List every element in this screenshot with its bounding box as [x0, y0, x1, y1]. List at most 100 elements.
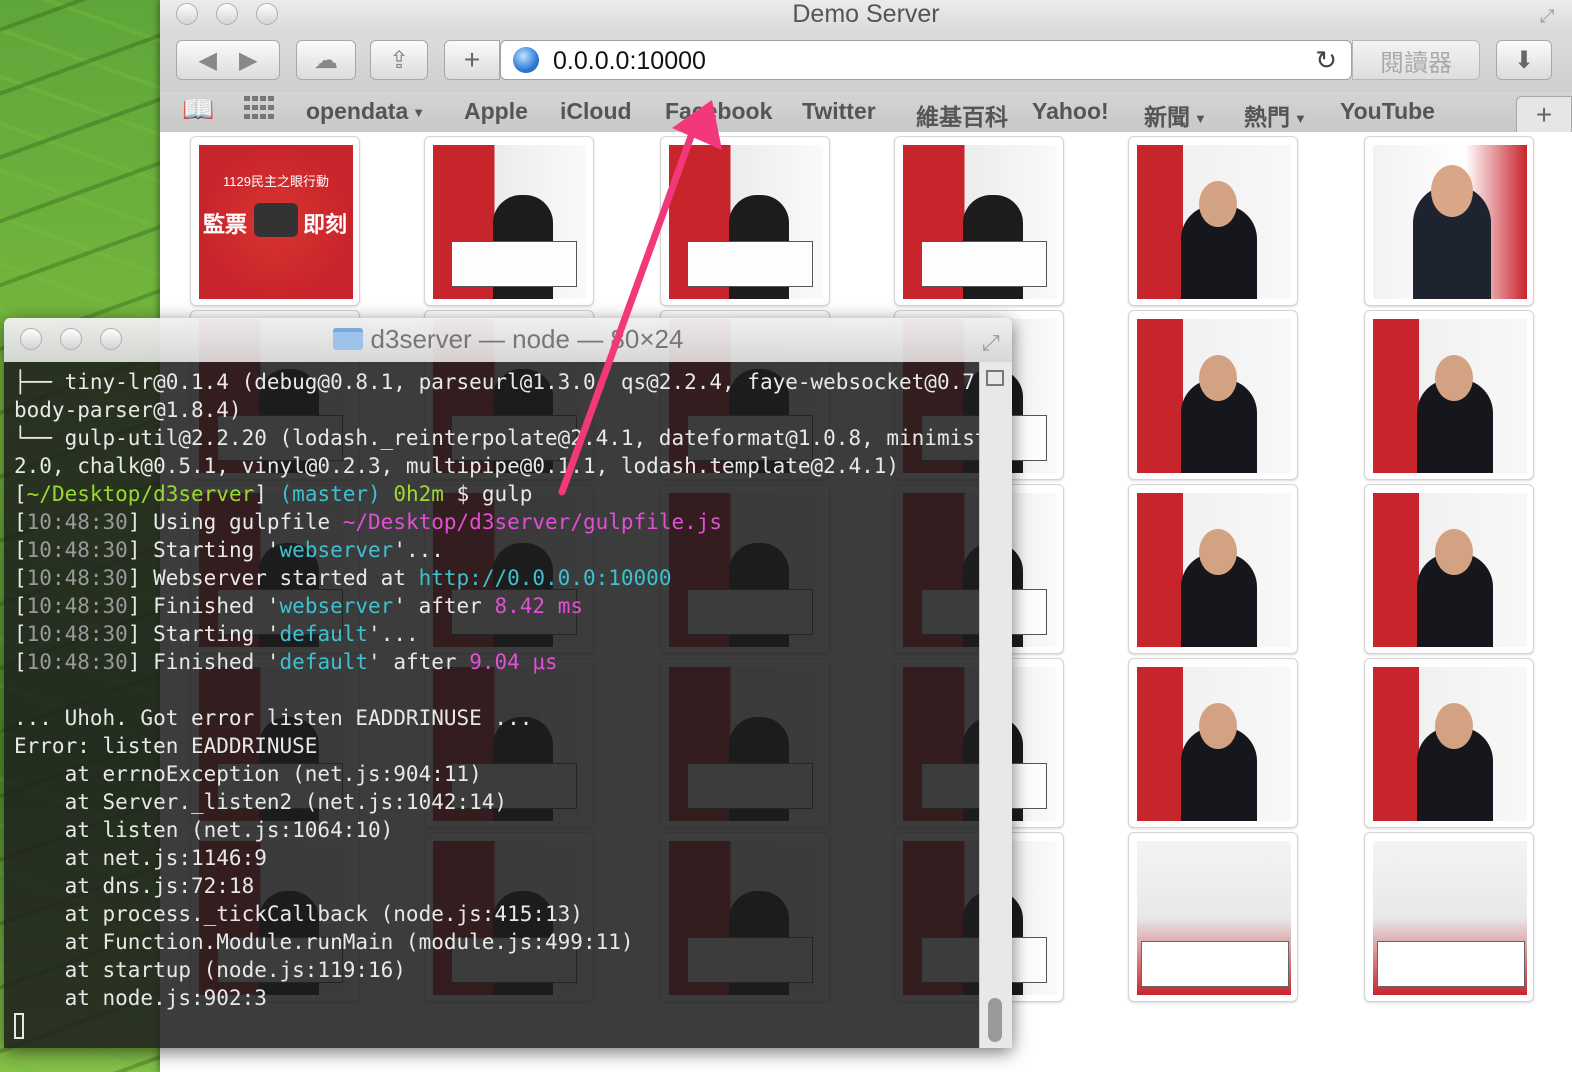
terminal-line: at Function.Module.runMain (module.js:49…: [14, 928, 1012, 956]
icloud-tabs-button[interactable]: ☁: [296, 40, 356, 80]
banner-text: 1129民主之眼行動: [223, 174, 329, 189]
bookmark-apple[interactable]: Apple: [464, 98, 528, 125]
back-arrow-icon[interactable]: ◀: [199, 46, 217, 75]
photo-thumbnail[interactable]: [1364, 136, 1534, 306]
add-bookmark-button[interactable]: +: [444, 40, 500, 80]
photo-thumbnail[interactable]: [1128, 484, 1298, 654]
terminal-line: at startup (node.js:119:16): [14, 956, 1012, 984]
photo-thumbnail[interactable]: 1129民主之眼行動 監票 即刻: [190, 136, 360, 306]
photo-thumbnail[interactable]: [660, 136, 830, 306]
photo-thumbnail[interactable]: [424, 136, 594, 306]
terminal-segment: '...: [368, 622, 419, 646]
terminal-segment: at listen (net.js:1064:10): [14, 818, 394, 842]
bookmarks-book-icon[interactable]: 📖: [182, 94, 214, 125]
terminal-segment: at process._tickCallback (node.js:415:13…: [14, 902, 583, 926]
terminal-segment: 8.42 ms: [494, 594, 583, 618]
bookmark-twitter[interactable]: Twitter: [802, 98, 876, 125]
reader-button[interactable]: 閱讀器: [1352, 40, 1480, 80]
photo-thumbnail[interactable]: [1128, 310, 1298, 480]
terminal-segment: default: [279, 650, 369, 674]
scrollbar-thumb[interactable]: [988, 998, 1002, 1042]
reload-icon[interactable]: ↻: [1315, 45, 1337, 76]
bookmark-youtube[interactable]: YouTube: [1340, 98, 1435, 125]
photo-thumbnail[interactable]: [1128, 136, 1298, 306]
terminal-segment: 2.0, chalk@0.5.1, vinyl@0.2.3, multipipe…: [14, 454, 900, 478]
photo-thumbnail[interactable]: [1128, 832, 1298, 1002]
terminal-line: └── gulp-util@2.2.20 (lodash._reinterpol…: [14, 424, 1012, 452]
terminal-scrollbar[interactable]: [979, 362, 1012, 1048]
terminal-segment: [: [14, 650, 27, 674]
terminal-segment: at net.js:1146:9: [14, 846, 267, 870]
bookmarks-bar: 📖 opendata ▼ Apple iCloud Facebook Twitte…: [160, 92, 1572, 133]
terminal-segment: 10:48:30: [26, 594, 128, 618]
bookmark-label: Apple: [464, 98, 528, 124]
terminal-segment: webserver: [279, 538, 394, 562]
back-forward-buttons: ◀ ▶: [176, 40, 280, 80]
terminal-text: ├── tiny-lr@0.1.4 (debug@0.8.1, parseurl…: [14, 368, 1012, 1040]
new-tab-button[interactable]: +: [1516, 96, 1572, 132]
url-text[interactable]: 0.0.0.0:10000: [553, 47, 706, 76]
terminal-segment: (master): [279, 482, 381, 506]
terminal-line: [10:48:30] Starting 'webserver'...: [14, 536, 1012, 564]
bookmark-news[interactable]: 新聞 ▼: [1144, 98, 1207, 132]
browser-toolbar: ◀ ▶ ☁ ⇪ + 0.0.0.0:10000 ↻ 閱讀器 ⬇: [160, 34, 1572, 92]
terminal-output[interactable]: ├── tiny-lr@0.1.4 (debug@0.8.1, parseurl…: [4, 362, 1012, 1048]
terminal-segment: [: [14, 594, 27, 618]
terminal-segment: ~/Desktop/d3server: [26, 482, 255, 506]
bookmark-facebook[interactable]: Facebook: [665, 98, 772, 125]
photo-thumbnail[interactable]: [1364, 484, 1534, 654]
terminal-line: at Server._listen2 (net.js:1042:14): [14, 788, 1012, 816]
terminal-line: at errnoException (net.js:904:11): [14, 760, 1012, 788]
forward-arrow-icon[interactable]: ▶: [239, 46, 257, 75]
split-pane-icon[interactable]: [986, 370, 1004, 386]
bookmark-label: Yahoo!: [1032, 98, 1109, 124]
photo-thumbnail[interactable]: [1364, 310, 1534, 480]
terminal-segment: at Function.Module.runMain (module.js:49…: [14, 930, 634, 954]
bookmark-label: 熱門: [1244, 104, 1290, 130]
bookmark-label: YouTube: [1340, 98, 1435, 124]
terminal-line: 2.0, chalk@0.5.1, vinyl@0.2.3, multipipe…: [14, 452, 1012, 480]
bookmark-popular[interactable]: 熱門 ▼: [1244, 98, 1307, 132]
photo-image: [1373, 667, 1527, 821]
photo-thumbnail[interactable]: [1364, 658, 1534, 828]
bookmark-label: iCloud: [560, 98, 632, 124]
photo-image: [1373, 841, 1527, 995]
chevron-down-icon: ▼: [412, 105, 426, 121]
photo-thumbnail[interactable]: [894, 136, 1064, 306]
bookmark-icloud[interactable]: iCloud: [560, 98, 632, 125]
address-bar[interactable]: 0.0.0.0:10000 ↻: [500, 40, 1352, 80]
terminal-segment: Error: listen EADDRINUSE: [14, 734, 318, 758]
photo-image: [1137, 493, 1291, 647]
photo-image: [1137, 667, 1291, 821]
photo-image: [1373, 493, 1527, 647]
terminal-segment: ' after: [393, 594, 495, 618]
terminal-cursor-line: [14, 1012, 1012, 1040]
terminal-line: [14, 676, 1012, 704]
terminal-segment: ~/Desktop/d3server/gulpfile.js: [342, 510, 723, 534]
terminal-segment: [: [14, 510, 27, 534]
terminal-segment: at node.js:902:3: [14, 986, 267, 1010]
fullscreen-icon[interactable]: ⤢: [982, 330, 1002, 355]
terminal-segment: ] Finished ': [127, 650, 280, 674]
person-face: [1199, 703, 1237, 749]
bookmark-wikipedia[interactable]: 維基百科: [916, 98, 1008, 132]
fullscreen-icon[interactable]: ⤢: [1540, 6, 1560, 26]
photo-image: [1373, 319, 1527, 473]
downloads-button[interactable]: ⬇: [1496, 40, 1552, 80]
terminal-segment: default: [279, 622, 369, 646]
share-button[interactable]: ⇪: [370, 40, 428, 80]
banner-text: 監票: [203, 212, 248, 237]
person-face: [1431, 165, 1473, 217]
eye-icon: [254, 203, 298, 237]
browser-titlebar: Demo Server ⤢: [160, 0, 1572, 34]
bookmark-opendata[interactable]: opendata ▼: [306, 98, 425, 125]
globe-icon: [513, 47, 539, 73]
photo-thumbnail[interactable]: [1128, 658, 1298, 828]
photo-image: [1137, 841, 1291, 995]
top-sites-grid-icon[interactable]: [244, 96, 274, 126]
terminal-segment: 10:48:30: [26, 566, 128, 590]
terminal-line: [10:48:30] Finished 'webserver' after 8.…: [14, 592, 1012, 620]
bookmark-yahoo[interactable]: Yahoo!: [1032, 98, 1109, 125]
terminal-line: [10:48:30] Finished 'default' after 9.04…: [14, 648, 1012, 676]
photo-thumbnail[interactable]: [1364, 832, 1534, 1002]
